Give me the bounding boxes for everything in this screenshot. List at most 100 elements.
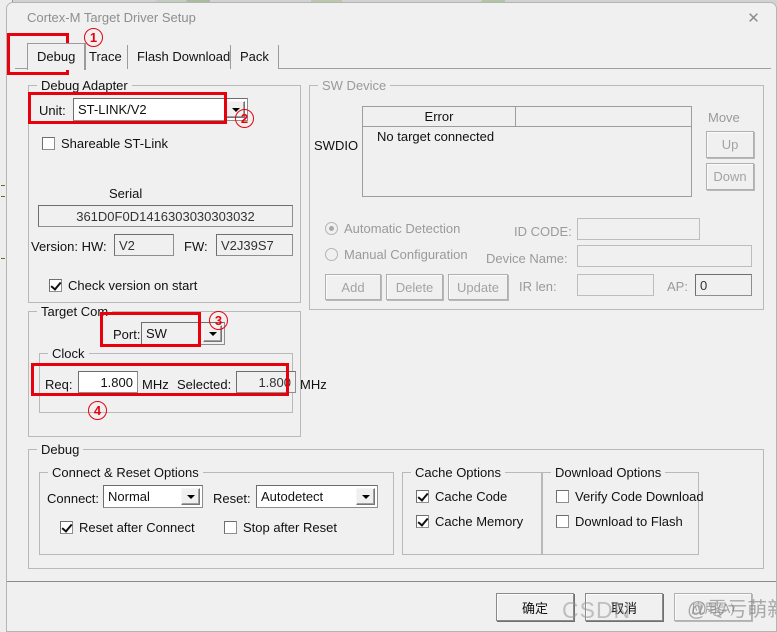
cache-code-label: Cache Code <box>435 489 507 504</box>
download-options-group: Download Options Verify Code Download Do… <box>542 472 699 555</box>
reset-value: Autodetect <box>261 489 323 504</box>
connect-label: Connect: <box>47 491 99 506</box>
shareable-st-link-checkbox[interactable]: Shareable ST-Link <box>42 136 168 151</box>
swdio-label: SWDIO <box>314 138 358 153</box>
checkbox-box <box>224 521 237 534</box>
automatic-detection-label: Automatic Detection <box>344 221 460 236</box>
clock-legend: Clock <box>48 346 89 361</box>
device-name-label: Device Name: <box>486 251 568 266</box>
verify-code-download-label: Verify Code Download <box>575 489 704 504</box>
sw-device-table[interactable]: Error No target connected <box>362 106 692 197</box>
delete-button[interactable]: Delete <box>386 274 443 300</box>
id-code-field[interactable] <box>577 218 700 240</box>
download-to-flash-checkbox[interactable]: Download to Flash <box>556 514 683 529</box>
automatic-detection-radio[interactable]: Automatic Detection <box>325 221 460 236</box>
checkbox-box <box>416 515 429 528</box>
stop-after-reset-checkbox[interactable]: Stop after Reset <box>224 520 337 535</box>
add-button[interactable]: Add <box>325 274 381 300</box>
move-down-button[interactable]: Down <box>706 163 754 190</box>
ap-label: AP: <box>667 279 688 294</box>
download-options-legend: Download Options <box>551 465 665 480</box>
manual-configuration-radio[interactable]: Manual Configuration <box>325 247 468 262</box>
radio-circle <box>325 222 338 235</box>
reset-combobox[interactable]: Autodetect <box>256 485 378 508</box>
cancel-button[interactable]: 取消 <box>585 593 663 621</box>
chevron-down-icon[interactable] <box>181 488 200 505</box>
ap-field[interactable]: 0 <box>695 274 752 296</box>
table-header-row: Error <box>363 107 691 127</box>
target-com-group: Target Com Port: SW Clock Req: 1.800 MHz… <box>28 311 301 437</box>
sw-device-legend: SW Device <box>318 78 390 93</box>
ir-len-label: IR len: <box>519 279 557 294</box>
cache-memory-checkbox[interactable]: Cache Memory <box>416 514 523 529</box>
check-version-on-start-label: Check version on start <box>68 278 197 293</box>
tab-trace[interactable]: Trace <box>79 45 132 69</box>
table-row[interactable]: No target connected <box>363 127 691 144</box>
cortex-m-target-driver-setup-dialog: Cortex-M Target Driver Setup ✕ Debug Tra… <box>6 2 777 632</box>
cache-options-group: Cache Options Cache Code Cache Memory <box>402 472 542 555</box>
verify-code-download-checkbox[interactable]: Verify Code Download <box>556 489 704 504</box>
annotation-marker-4: 4 <box>88 401 107 420</box>
reset-after-connect-label: Reset after Connect <box>79 520 195 535</box>
selected-clock-field[interactable]: 1.800 <box>236 371 296 393</box>
column-header-empty[interactable] <box>516 107 691 126</box>
debug-group: Debug Connect & Reset Options Connect: N… <box>28 449 764 569</box>
serial-field[interactable]: 361D0F0D1416303030303032 <box>38 205 293 227</box>
window-title: Cortex-M Target Driver Setup <box>27 10 196 25</box>
ap-value: 0 <box>700 279 707 292</box>
hw-version-value: V2 <box>119 239 135 252</box>
annotation-marker-3: 3 <box>209 311 228 330</box>
apply-button[interactable]: 应用(A) <box>674 593 752 621</box>
tab-pack[interactable]: Pack <box>230 45 279 69</box>
connect-reset-options-legend: Connect & Reset Options <box>48 465 203 480</box>
checkbox-box <box>556 515 569 528</box>
req-clock-value: 1.800 <box>100 376 133 389</box>
tab-flash-download[interactable]: Flash Download <box>127 45 240 69</box>
ok-button[interactable]: 确定 <box>496 593 574 621</box>
connect-value: Normal <box>108 489 150 504</box>
download-to-flash-label: Download to Flash <box>575 514 683 529</box>
req-unit-label: MHz <box>142 377 169 392</box>
fw-version-field[interactable]: V2J39S7 <box>216 234 293 256</box>
connect-reset-options-group: Connect & Reset Options Connect: Normal … <box>39 472 394 555</box>
req-clock-field[interactable]: 1.800 <box>78 371 138 393</box>
unit-value: ST-LINK/V2 <box>78 102 147 117</box>
close-icon[interactable]: ✕ <box>731 3 776 33</box>
stop-after-reset-label: Stop after Reset <box>243 520 337 535</box>
checkbox-box <box>416 490 429 503</box>
device-name-field[interactable] <box>577 245 752 267</box>
debug-adapter-group: Debug Adapter Unit: ST-LINK/V2 Shareable… <box>28 85 301 303</box>
tab-bar: Debug Trace Flash Download Pack <box>15 43 771 69</box>
checkbox-box <box>60 521 73 534</box>
fw-version-value: V2J39S7 <box>221 239 274 252</box>
radio-circle <box>325 248 338 261</box>
target-com-legend: Target Com <box>37 304 112 319</box>
reset-after-connect-checkbox[interactable]: Reset after Connect <box>60 520 195 535</box>
check-version-on-start-checkbox[interactable]: Check version on start <box>49 278 197 293</box>
checkbox-box <box>556 490 569 503</box>
unit-combobox[interactable]: ST-LINK/V2 <box>73 98 248 121</box>
cache-code-checkbox[interactable]: Cache Code <box>416 489 507 504</box>
connect-combobox[interactable]: Normal <box>103 485 203 508</box>
chevron-down-icon[interactable] <box>356 488 375 505</box>
checkbox-box <box>42 137 55 150</box>
update-button[interactable]: Update <box>448 274 508 300</box>
serial-value: 361D0F0D1416303030303032 <box>76 210 255 223</box>
reset-label: Reset: <box>213 491 251 506</box>
annotation-marker-2: 2 <box>235 109 254 128</box>
move-up-button[interactable]: Up <box>706 131 754 158</box>
fw-label: FW: <box>184 239 208 254</box>
ir-len-field[interactable] <box>577 274 654 296</box>
title-bar: Cortex-M Target Driver Setup ✕ <box>7 3 776 33</box>
unit-label: Unit: <box>39 103 66 118</box>
cache-options-legend: Cache Options <box>411 465 505 480</box>
tab-debug[interactable]: Debug <box>27 43 86 70</box>
hw-version-field[interactable]: V2 <box>114 234 174 256</box>
shareable-st-link-label: Shareable ST-Link <box>61 136 168 151</box>
dialog-footer: 确定 取消 应用(A) <box>7 581 777 632</box>
id-code-label: ID CODE: <box>514 224 572 239</box>
selected-clock-label: Selected: <box>177 377 231 392</box>
column-header-error[interactable]: Error <box>363 107 516 126</box>
debug-group-legend: Debug <box>37 442 83 457</box>
selected-clock-value: 1.800 <box>258 376 291 389</box>
